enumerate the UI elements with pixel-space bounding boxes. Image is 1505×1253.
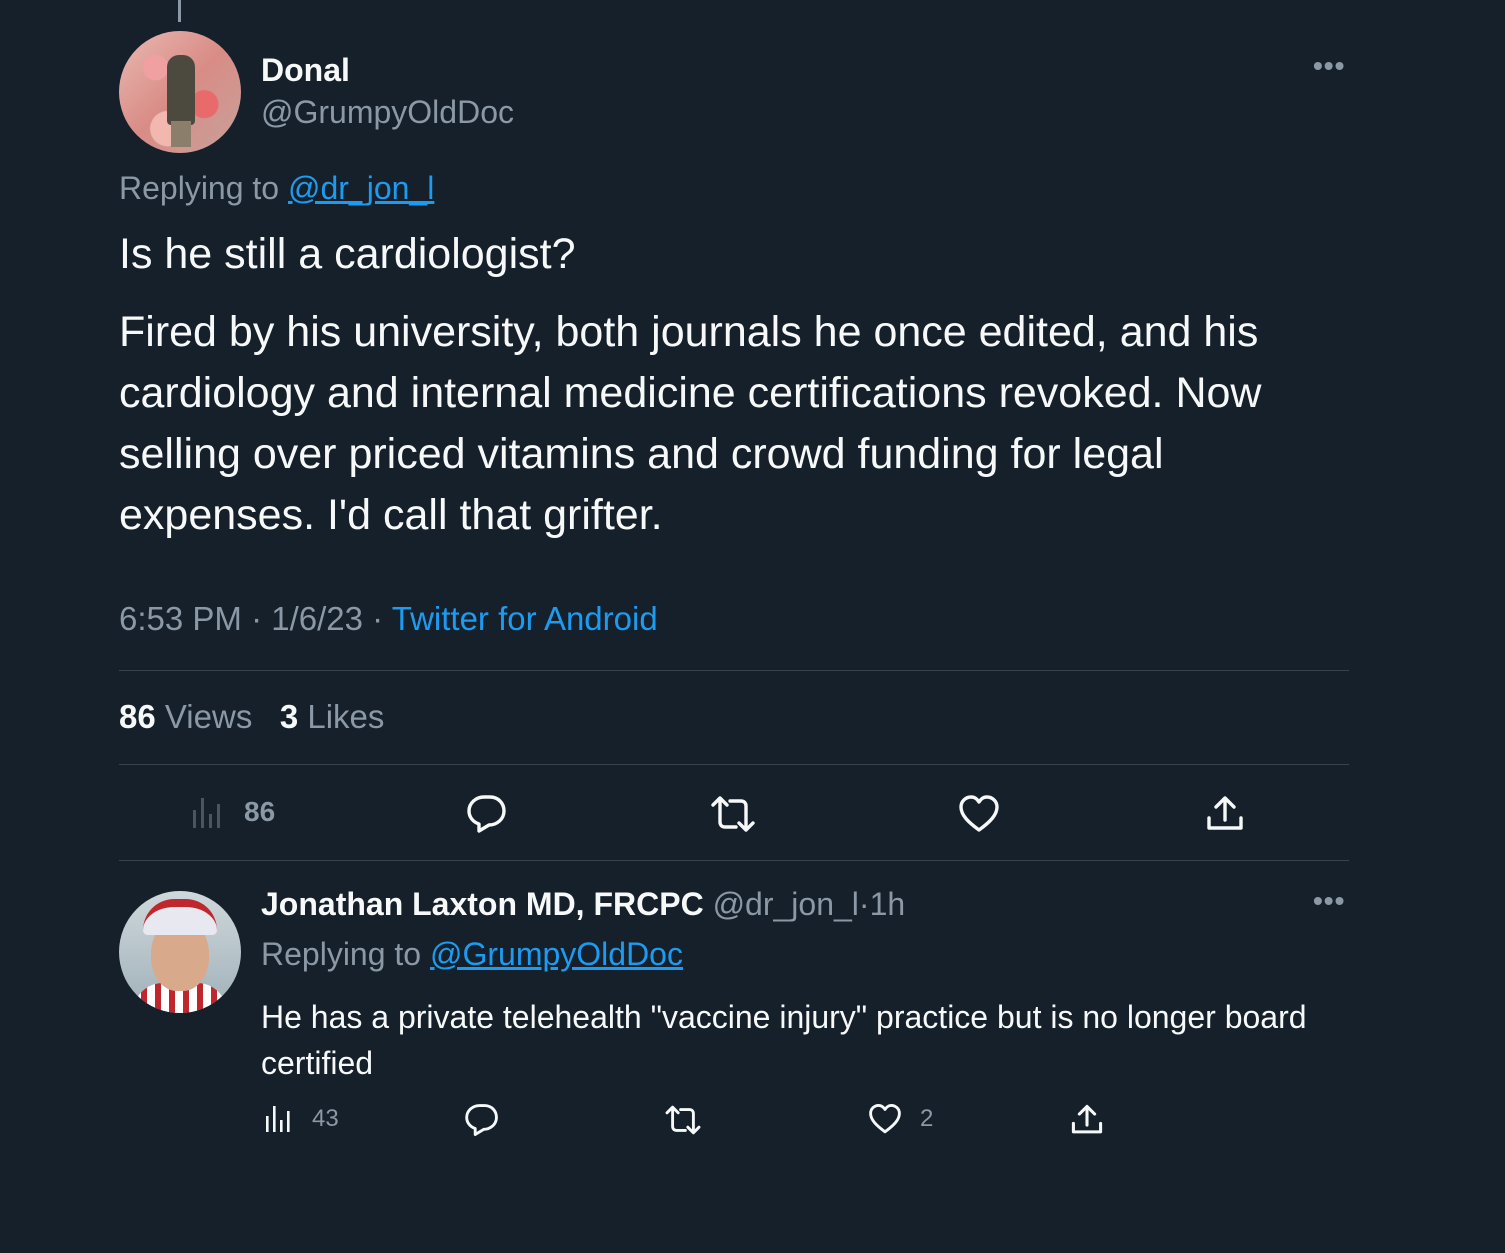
separator: ·: [858, 886, 870, 922]
share-button[interactable]: [1205, 794, 1245, 834]
analytics-icon: [193, 798, 220, 828]
share-icon: [1207, 796, 1243, 830]
views-label: Views: [164, 698, 253, 735]
divider: [119, 670, 1349, 671]
likes-count[interactable]: 3: [280, 698, 298, 735]
likes-label[interactable]: Likes: [307, 698, 384, 735]
tweet-text-paragraph-2: Fired by his university, both journals h…: [119, 308, 1262, 539]
author-name[interactable]: Donal: [261, 52, 350, 89]
tweet-date[interactable]: 1/6/23: [271, 600, 363, 637]
retweet-icon: [665, 1105, 701, 1135]
tweet-text-paragraph-1: Is he still a cardiologist?: [119, 230, 576, 278]
thread-connector-line: [178, 0, 181, 22]
reply-button[interactable]: [466, 794, 508, 834]
tweet-time[interactable]: 6:53 PM: [119, 600, 242, 637]
views-count: 86: [244, 796, 276, 827]
reply-time-ago[interactable]: 1h: [870, 886, 906, 922]
views-count: 86: [119, 698, 156, 735]
like-button[interactable]: [958, 794, 1000, 834]
divider: [119, 860, 1349, 861]
replying-mention-link[interactable]: @GrumpyOldDoc: [430, 936, 683, 972]
reply-author-name[interactable]: Jonathan Laxton MD, FRCPC: [261, 886, 704, 922]
replying-prefix: Replying to: [261, 936, 422, 972]
more-options-icon[interactable]: •••: [1313, 50, 1345, 82]
replying-mention-link[interactable]: @dr_jon_l: [288, 170, 434, 206]
reply-like-count: 2: [920, 1105, 934, 1132]
views-button[interactable]: 86: [190, 794, 275, 830]
reply-share-button[interactable]: [1070, 1103, 1104, 1137]
reply-like-button[interactable]: 2: [868, 1103, 933, 1135]
reply-text: He has a private telehealth "vaccine inj…: [261, 999, 1307, 1081]
heart-icon: [869, 1103, 901, 1134]
reply-views-count: 43: [312, 1105, 339, 1132]
reply-views-button[interactable]: 43: [264, 1104, 339, 1134]
avatar-legs: [171, 121, 191, 147]
share-icon: [1071, 1104, 1103, 1134]
retweet-icon: [711, 796, 755, 832]
reply-retweet-button[interactable]: [664, 1104, 702, 1136]
replying-prefix: Replying to: [119, 170, 280, 206]
tweet-source-link[interactable]: Twitter for Android: [392, 600, 658, 637]
avatar-person: [167, 55, 195, 125]
author-handle[interactable]: @GrumpyOldDoc: [261, 94, 514, 131]
analytics-icon: [266, 1106, 290, 1132]
avatar-cap: [143, 899, 217, 935]
reply-avatar[interactable]: [119, 891, 241, 1013]
retweet-button[interactable]: [710, 794, 756, 834]
heart-icon: [959, 795, 999, 832]
reply-header: Jonathan Laxton MD, FRCPC @dr_jon_l·1h: [261, 886, 905, 923]
replying-to: Replying to @dr_jon_l: [119, 170, 434, 207]
reply-icon: [465, 1104, 498, 1136]
divider: [119, 764, 1349, 765]
tweet-metadata: 6:53 PM · 1/6/23 · Twitter for Android: [119, 600, 658, 637]
reply-reply-button[interactable]: [464, 1103, 500, 1137]
avatar[interactable]: [119, 31, 241, 153]
tweet-stats: 86 Views 3 Likes: [119, 698, 384, 736]
reply-author-handle[interactable]: @dr_jon_l: [713, 886, 859, 922]
more-options-icon[interactable]: •••: [1313, 885, 1345, 917]
reply-icon: [467, 795, 506, 833]
reply-replying-to: Replying to @GrumpyOldDoc: [261, 936, 683, 973]
